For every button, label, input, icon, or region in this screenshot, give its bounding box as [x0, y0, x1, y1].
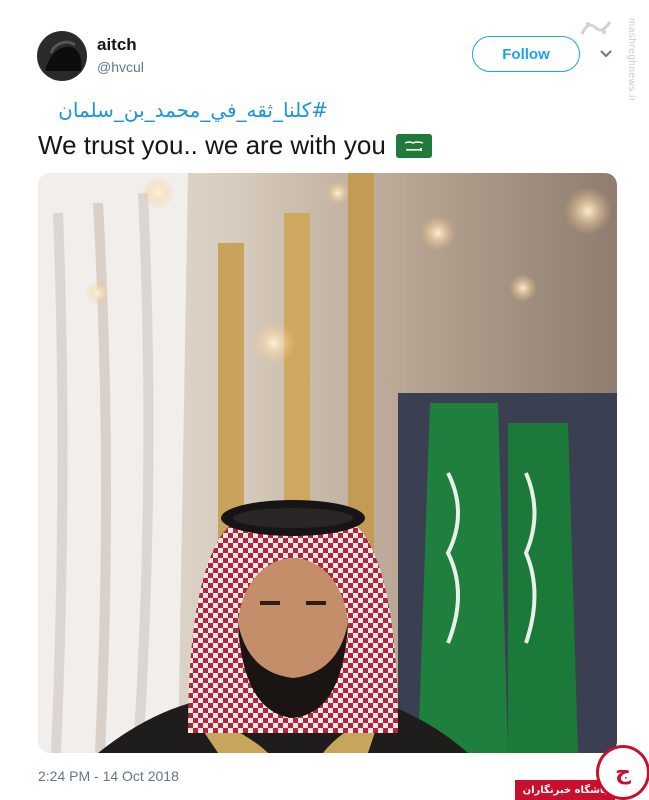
tweet-text: We trust you.. we are with you: [38, 130, 432, 161]
display-name[interactable]: aitch: [97, 35, 137, 55]
watermark-site: mashreghnews.ir: [619, 18, 639, 130]
watermark-site-text: mashreghnews.ir: [626, 18, 637, 102]
news-badge-logo: ج: [596, 745, 649, 800]
tweet-body: We trust you.. we are with you: [38, 130, 386, 160]
tweet-photo[interactable]: [38, 173, 617, 753]
avatar[interactable]: [37, 31, 87, 81]
saudi-flag-icon: [395, 133, 432, 158]
tweet-timestamp[interactable]: 2:24 PM - 14 Oct 2018: [38, 768, 179, 784]
watermark-logo-icon: [578, 16, 614, 40]
chevron-down-icon[interactable]: [598, 46, 614, 62]
news-badge-glyph: ج: [615, 760, 631, 785]
user-handle[interactable]: @hvcul: [97, 59, 144, 75]
hashtag-link[interactable]: #كلنا_ثقه_في_محمد_بن_سلمان: [38, 98, 328, 122]
follow-button[interactable]: Follow: [472, 36, 580, 72]
